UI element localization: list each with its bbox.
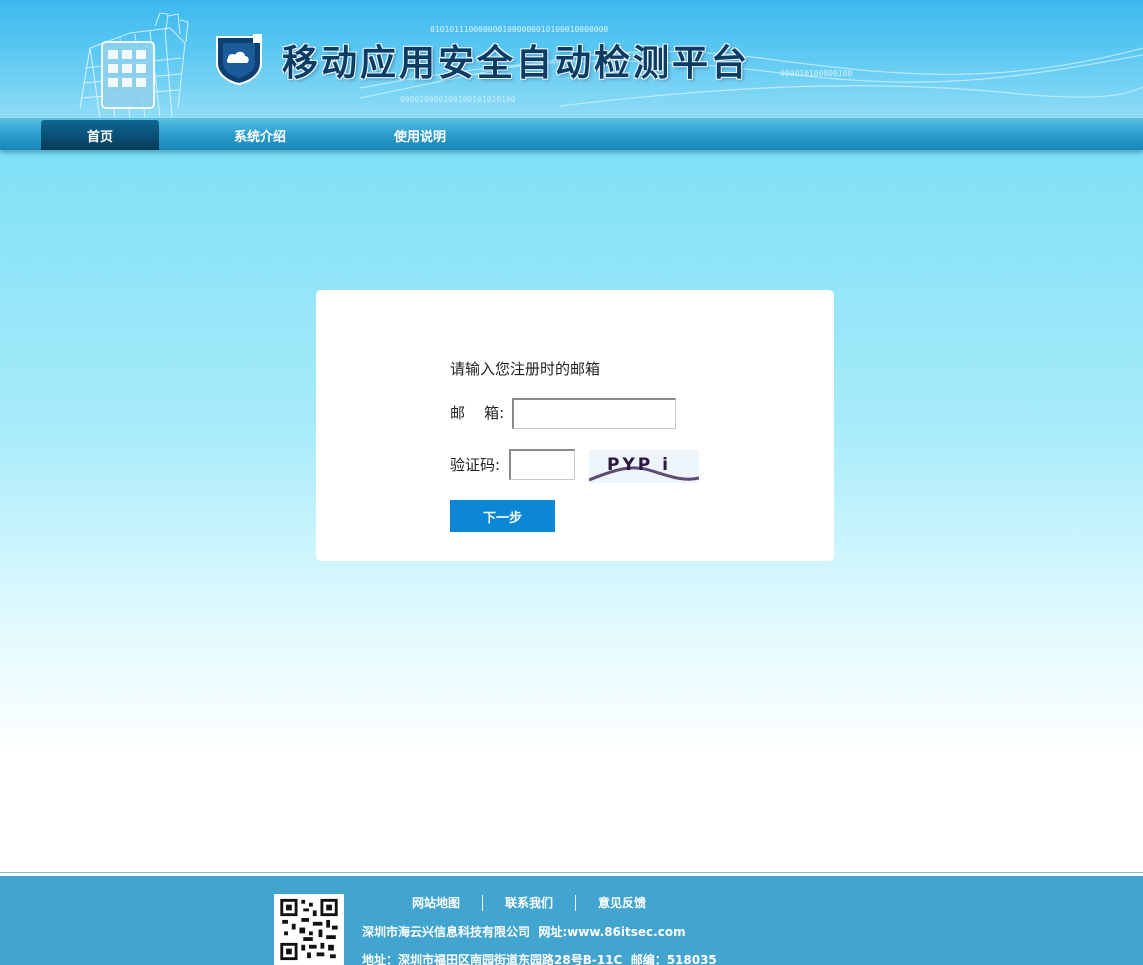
- qr-code-icon: [274, 894, 344, 965]
- svg-text:000010100000100: 000010100000100: [780, 69, 852, 78]
- captcha-image[interactable]: PYP i: [589, 450, 699, 483]
- nav-item-home[interactable]: 首页: [41, 120, 159, 150]
- svg-text:000010000100100101010100: 000010000100100101010100: [400, 95, 516, 104]
- captcha-input[interactable]: [509, 449, 575, 480]
- footer-links: 网站地图 联系我们 意见反馈: [390, 894, 668, 912]
- mobile-hand-illustration-icon: [79, 12, 189, 117]
- footer-link-contact[interactable]: 联系我们: [483, 895, 575, 911]
- header-banner: 0101011100000001000000010100010000000 00…: [0, 0, 1143, 117]
- footer-link-sitemap[interactable]: 网站地图: [390, 895, 482, 911]
- site-title: 移动应用安全自动检测平台: [282, 43, 751, 84]
- cloud-shield-logo-icon: [216, 34, 262, 85]
- captcha-label: 验证码:: [450, 456, 501, 474]
- svg-text:PYP i: PYP i: [607, 455, 671, 475]
- email-label: 邮 箱:: [450, 404, 505, 422]
- footer-divider: [0, 872, 1143, 873]
- svg-text:010101110000000100000001010001: 0101011100000001000000010100010000000: [430, 25, 608, 34]
- next-step-button[interactable]: 下一步: [450, 500, 555, 532]
- site-footer: 网站地图 联系我们 意见反馈 深圳市海云兴信息科技有限公司 网址:www.86i…: [0, 876, 1143, 965]
- reset-form-card: 请输入您注册时的邮箱 邮 箱: 验证码: PYP i 下一步: [316, 290, 834, 561]
- form-prompt: 请输入您注册时的邮箱: [450, 360, 601, 378]
- main-nav: 首页 系统介绍 使用说明: [0, 117, 1143, 150]
- footer-link-feedback[interactable]: 意见反馈: [576, 895, 668, 911]
- footer-company-info: 深圳市海云兴信息科技有限公司 网址:www.86itsec.com: [362, 925, 686, 939]
- nav-item-user-guide[interactable]: 使用说明: [361, 120, 479, 150]
- nav-item-system-intro[interactable]: 系统介绍: [201, 120, 319, 150]
- footer-address-info: 地址：深圳市福田区南园街道东园路28号B-11C 邮编：518035: [362, 953, 717, 965]
- email-input[interactable]: [512, 398, 676, 429]
